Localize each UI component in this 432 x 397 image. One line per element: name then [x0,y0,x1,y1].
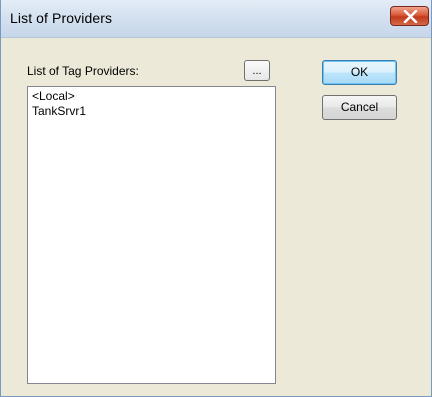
browse-button[interactable]: ... [244,60,270,81]
dialog-title: List of Providers [10,10,113,26]
list-item[interactable]: <Local> [32,89,275,104]
tag-providers-label: List of Tag Providers: [27,64,139,78]
cancel-button[interactable]: Cancel [322,95,397,120]
close-icon [403,10,418,23]
ok-button[interactable]: OK [322,60,397,85]
title-bar[interactable]: List of Providers [1,0,431,38]
dialog-body: List of Tag Providers: ... <Local> TankS… [1,38,431,397]
list-item[interactable]: TankSrvr1 [32,104,275,119]
dialog-window: List of Providers List of Tag Providers:… [0,0,432,397]
providers-listbox[interactable]: <Local> TankSrvr1 [27,86,276,384]
close-button[interactable] [390,6,429,26]
